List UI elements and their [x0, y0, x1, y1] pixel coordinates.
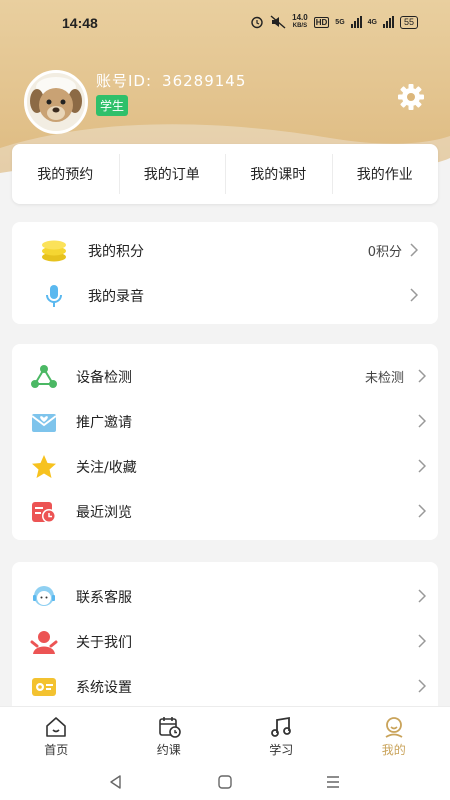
tab-booking-label: 约课: [156, 743, 181, 757]
my-homework-link[interactable]: 我的作业: [331, 154, 439, 194]
recent-browse-row[interactable]: 最近浏览: [12, 489, 438, 534]
profile-icon: [385, 717, 403, 738]
my-points-value: 0积分: [367, 245, 402, 260]
signal1-icon: [350, 16, 362, 28]
about-us-row[interactable]: 关于我们: [12, 619, 438, 664]
system-settings-row[interactable]: 系统设置: [12, 664, 438, 709]
invite-row[interactable]: 推广邀请: [12, 399, 438, 444]
support-card: 联系客服 关于我们 系统设置: [12, 562, 438, 722]
alarm-icon: [251, 16, 263, 29]
favorites-row[interactable]: 关注/收藏: [12, 444, 438, 489]
tab-home[interactable]: 首页: [0, 707, 113, 764]
calendar-clock-icon: [158, 717, 181, 738]
home-icon: [46, 717, 67, 737]
system-settings-icon: [32, 678, 56, 696]
status-bar: 14:48 14.0 KB/S HD 5G 4G 55: [0, 0, 450, 46]
favorites-label: 关注/收藏: [76, 459, 137, 476]
chevron-right-icon: [410, 288, 418, 302]
system-navigation-bar: [0, 764, 450, 800]
chevron-right-icon: [418, 679, 426, 693]
my-points-label: 我的积分: [88, 243, 144, 260]
about-us-icon: [30, 631, 58, 654]
recent-browse-label: 最近浏览: [76, 504, 132, 521]
settings-gear-icon[interactable]: [396, 82, 426, 112]
chevron-right-icon: [418, 414, 426, 428]
my-orders-link[interactable]: 我的订单: [118, 154, 226, 194]
signal2-icon: [382, 16, 394, 28]
account-id-value: 36289145: [162, 72, 247, 90]
account-id: 账号ID: 36289145: [96, 70, 246, 91]
hd-badge: HD: [313, 16, 330, 28]
chevron-right-icon: [418, 589, 426, 603]
microphone-icon: [46, 285, 62, 307]
bottom-tab-bar: 首页 约课 学习 我的: [0, 706, 450, 764]
battery-icon: 55: [399, 15, 418, 29]
tab-mine[interactable]: 我的: [338, 707, 450, 764]
chevron-right-icon: [410, 243, 418, 257]
device-check-row[interactable]: 设备检测 未检测: [12, 354, 438, 399]
device-check-icon: [31, 365, 57, 388]
customer-service-label: 联系客服: [76, 589, 132, 606]
mute-icon: [270, 15, 286, 29]
tools-card: 设备检测 未检测 推广邀请 关注/收藏 最近浏览: [12, 344, 438, 540]
tab-study-label: 学习: [269, 743, 294, 757]
tab-study[interactable]: 学习: [225, 707, 338, 764]
speed-unit: KB/S: [292, 23, 308, 29]
star-icon: [32, 455, 56, 478]
my-recording-label: 我的录音: [88, 288, 144, 305]
customer-service-icon: [33, 586, 55, 606]
home-square-icon[interactable]: [217, 774, 233, 790]
role-badge: 学生: [96, 95, 129, 116]
my-appointments-link[interactable]: 我的预约: [12, 164, 119, 184]
back-triangle-icon[interactable]: [108, 774, 124, 790]
device-check-value: 未检测: [364, 371, 404, 386]
chevron-right-icon: [418, 634, 426, 648]
tab-booking[interactable]: 约课: [113, 707, 226, 764]
tab-mine-label: 我的: [381, 743, 406, 757]
avatar[interactable]: [24, 70, 88, 134]
points-recording-card: 我的积分 0积分 我的录音: [12, 222, 438, 324]
signal1-label: 5G: [335, 18, 345, 26]
music-note-icon: [271, 716, 292, 737]
tab-home-label: 首页: [44, 743, 69, 757]
system-settings-label: 系统设置: [76, 679, 132, 696]
customer-service-row[interactable]: 联系客服: [12, 574, 438, 619]
network-speed: 14.0 KB/S: [292, 14, 308, 30]
device-check-label: 设备检测: [76, 369, 132, 386]
account-id-label: 账号ID:: [96, 72, 153, 90]
invite-envelope-icon: [31, 414, 57, 432]
my-class-hours-link[interactable]: 我的课时: [225, 154, 332, 194]
my-points-row[interactable]: 我的积分 0积分: [12, 228, 438, 273]
chevron-right-icon: [418, 459, 426, 473]
recent-history-icon: [32, 502, 56, 523]
coins-icon: [42, 240, 66, 262]
menu-lines-icon[interactable]: [325, 774, 341, 790]
my-recording-row[interactable]: 我的录音: [12, 273, 438, 318]
status-time: 14:48: [62, 15, 98, 31]
signal2-label: 4G: [367, 18, 377, 26]
status-icons: 14.0 KB/S HD 5G 4G 55: [250, 14, 418, 30]
speed-value: 14.0: [292, 13, 308, 22]
quick-links-card: 我的预约 我的订单 我的课时 我的作业: [12, 144, 438, 204]
dog-avatar-icon: [27, 73, 85, 131]
invite-label: 推广邀请: [76, 414, 132, 431]
chevron-right-icon: [418, 504, 426, 518]
chevron-right-icon: [418, 369, 426, 383]
about-us-label: 关于我们: [76, 634, 132, 651]
